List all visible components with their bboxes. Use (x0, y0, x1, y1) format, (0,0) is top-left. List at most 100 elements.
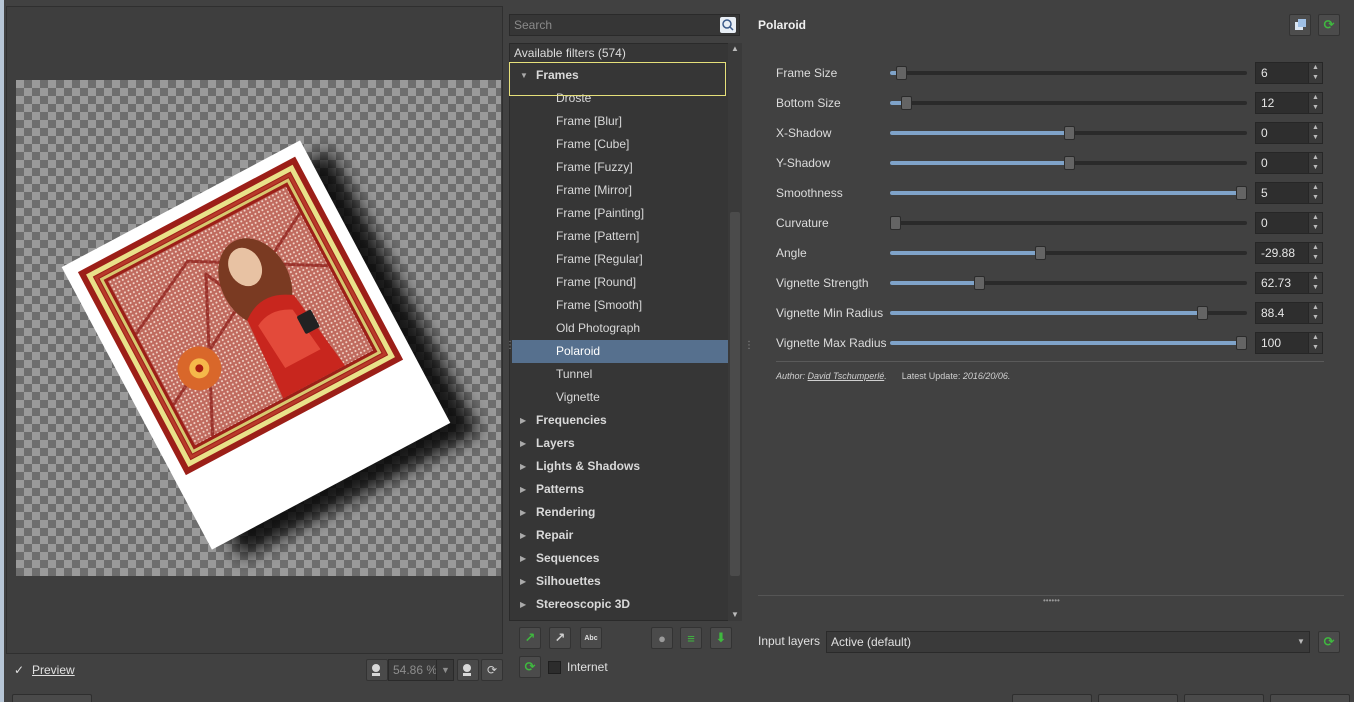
filter-category[interactable]: ▶ Frequencies (512, 409, 728, 432)
scroll-up-arrow-icon[interactable]: ▲ (728, 43, 742, 55)
param-slider[interactable] (890, 66, 1247, 80)
input-layers-refresh-button[interactable]: ⟳ (1318, 631, 1340, 653)
remove-favorite-button[interactable]: ↗ (549, 627, 571, 649)
spin-down-icon[interactable]: ▼ (1308, 73, 1322, 83)
scroll-down-arrow-icon[interactable]: ▼ (728, 609, 742, 621)
collapsed-arrow-icon[interactable]: ▶ (520, 524, 526, 547)
collapsed-arrow-icon[interactable]: ▶ (520, 478, 526, 501)
filter-item[interactable]: Frame [Mirror] (512, 179, 728, 202)
filter-category[interactable]: ▶ Sequences (512, 547, 728, 570)
filter-category[interactable]: ▶ Patterns (512, 478, 728, 501)
param-slider[interactable] (890, 126, 1247, 140)
param-slider[interactable] (890, 216, 1247, 230)
filter-item[interactable]: Frame [Smooth] (512, 294, 728, 317)
add-favorite-button[interactable]: ↗ (519, 627, 541, 649)
filter-item[interactable]: Frame [Fuzzy] (512, 156, 728, 179)
slider-handle[interactable] (896, 66, 907, 80)
spin-down-icon[interactable]: ▼ (1308, 253, 1322, 263)
splitter-grip-icon[interactable]: •••••• (1043, 596, 1060, 605)
param-spinbox[interactable]: -29.88 ▲ ▼ (1255, 242, 1323, 264)
apply-button[interactable] (1098, 694, 1178, 702)
expand-collapse-button[interactable]: ≡ (680, 627, 702, 649)
visibility-button[interactable]: ● (651, 627, 673, 649)
spin-up-icon[interactable]: ▲ (1308, 243, 1322, 253)
collapsed-arrow-icon[interactable]: ▶ (520, 455, 526, 478)
filter-item[interactable]: Frame [Cube] (512, 133, 728, 156)
zoom-out-button[interactable] (366, 659, 388, 681)
param-spinbox[interactable]: 5 ▲ ▼ (1255, 182, 1323, 204)
rename-favorite-button[interactable]: Abc (580, 627, 602, 649)
spin-up-icon[interactable]: ▲ (1308, 93, 1322, 103)
spin-down-icon[interactable]: ▼ (1308, 343, 1322, 353)
spin-up-icon[interactable]: ▲ (1308, 183, 1322, 193)
slider-handle[interactable] (1236, 186, 1247, 200)
spin-up-icon[interactable]: ▲ (1308, 303, 1322, 313)
filter-item[interactable]: Frame [Painting] (512, 202, 728, 225)
copy-to-clipboard-button[interactable] (1289, 14, 1311, 36)
slider-handle[interactable] (1197, 306, 1208, 320)
param-slider[interactable] (890, 276, 1247, 290)
filter-tree-scroll-thumb[interactable] (730, 212, 740, 576)
spin-up-icon[interactable]: ▲ (1308, 213, 1322, 223)
spin-up-icon[interactable]: ▲ (1308, 153, 1322, 163)
slider-handle[interactable] (901, 96, 912, 110)
spin-up-icon[interactable]: ▲ (1308, 273, 1322, 283)
param-spinbox[interactable]: 6 ▲ ▼ (1255, 62, 1323, 84)
spin-up-icon[interactable]: ▲ (1308, 63, 1322, 73)
param-spinbox[interactable]: 88.4 ▲ ▼ (1255, 302, 1323, 324)
zoom-dropdown-arrow[interactable]: ▼ (436, 659, 454, 681)
filter-search-input[interactable]: Search (509, 14, 740, 36)
filter-item[interactable]: Polaroid (512, 340, 728, 363)
param-spinbox[interactable]: 100 ▲ ▼ (1255, 332, 1323, 354)
input-layers-select[interactable]: Active (default) (826, 631, 1310, 653)
filter-category[interactable]: ▶ Stereoscopic 3D (512, 593, 728, 616)
spin-down-icon[interactable]: ▼ (1308, 223, 1322, 233)
filter-category[interactable]: ▶ Lights & Shadows (512, 455, 728, 478)
spin-down-icon[interactable]: ▼ (1308, 133, 1322, 143)
param-slider[interactable] (890, 186, 1247, 200)
spin-down-icon[interactable]: ▼ (1308, 103, 1322, 113)
param-spinbox[interactable]: 0 ▲ ▼ (1255, 212, 1323, 234)
left-splitter-handle[interactable]: ⋮ (505, 340, 515, 360)
internet-checkbox[interactable] (548, 661, 561, 674)
param-slider[interactable] (890, 336, 1247, 350)
param-spinbox[interactable]: 62.73 ▲ ▼ (1255, 272, 1323, 294)
filter-category[interactable]: ▶ Silhouettes (512, 570, 728, 593)
filter-tree[interactable]: Available filters (574) ▼ Frames Droste Fra… (509, 43, 742, 621)
param-slider[interactable] (890, 306, 1247, 320)
filter-category[interactable]: ▶ Layers (512, 432, 728, 455)
slider-handle[interactable] (890, 216, 901, 230)
update-filters-button[interactable]: ⟳ (519, 656, 541, 678)
param-spinbox[interactable]: 12 ▲ ▼ (1255, 92, 1323, 114)
filter-category[interactable]: ▶ Rendering (512, 501, 728, 524)
filter-item[interactable]: Frame [Blur] (512, 110, 728, 133)
collapsed-arrow-icon[interactable]: ▶ (520, 593, 526, 616)
filter-item[interactable]: Frame [Round] (512, 271, 728, 294)
right-splitter-handle[interactable]: ⋮ (744, 340, 754, 360)
slider-handle[interactable] (1035, 246, 1046, 260)
collapsed-arrow-icon[interactable]: ▶ (520, 501, 526, 524)
slider-handle[interactable] (974, 276, 985, 290)
search-icon[interactable] (720, 17, 736, 33)
slider-handle[interactable] (1236, 336, 1247, 350)
filter-category[interactable]: ▶ Repair (512, 524, 728, 547)
reset-params-button[interactable]: ⟳ (1318, 14, 1340, 36)
chevron-down-icon[interactable]: ▼ (1292, 631, 1310, 653)
filter-item[interactable]: Old Photograph (512, 317, 728, 340)
author-link[interactable]: David Tschumperlé (808, 371, 885, 381)
preview-canvas[interactable] (16, 80, 501, 576)
spin-down-icon[interactable]: ▼ (1308, 313, 1322, 323)
about-button[interactable] (12, 694, 92, 702)
param-spinbox[interactable]: 0 ▲ ▼ (1255, 122, 1323, 144)
spin-down-icon[interactable]: ▼ (1308, 193, 1322, 203)
collapsed-arrow-icon[interactable]: ▶ (520, 409, 526, 432)
param-slider[interactable] (890, 96, 1247, 110)
zoom-in-button[interactable] (457, 659, 479, 681)
param-slider[interactable] (890, 156, 1247, 170)
spin-up-icon[interactable]: ▲ (1308, 123, 1322, 133)
filter-item[interactable]: Frame [Pattern] (512, 225, 728, 248)
selection-mode-button[interactable]: ⬇ (710, 627, 732, 649)
filter-item[interactable]: Tunnel (512, 363, 728, 386)
preview-checkbox[interactable]: ✓ (14, 664, 26, 676)
param-spinbox[interactable]: 0 ▲ ▼ (1255, 152, 1323, 174)
